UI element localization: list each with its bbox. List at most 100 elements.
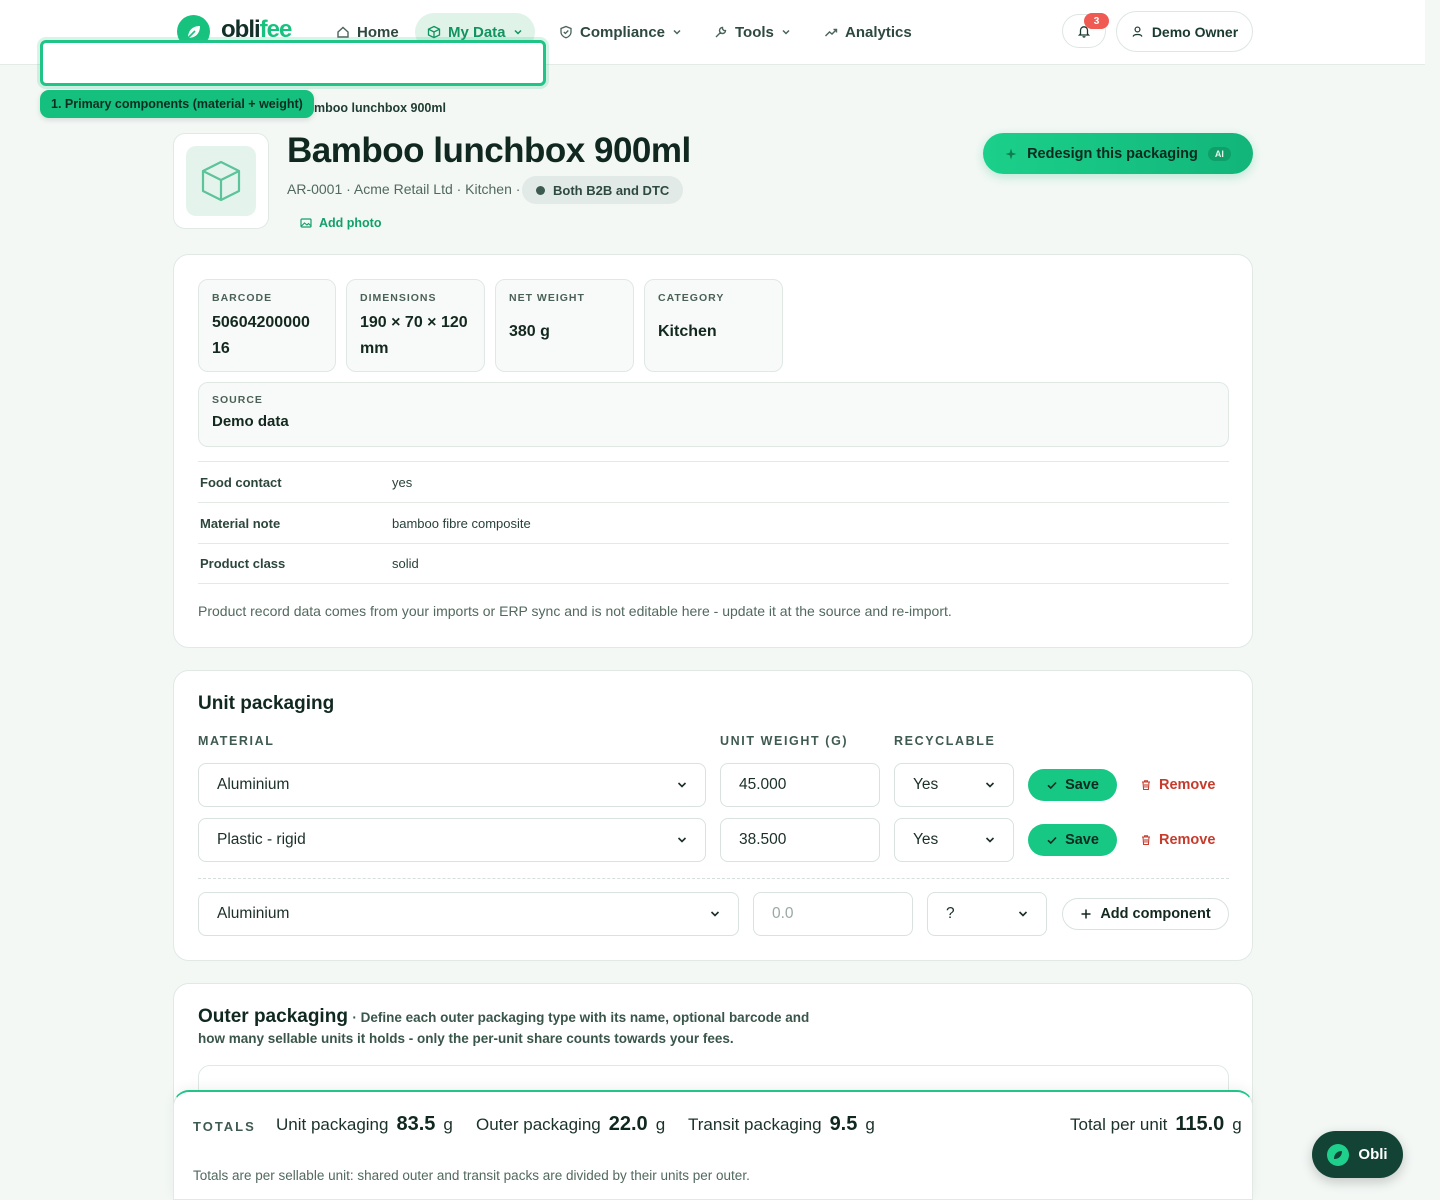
- logo-tail: fee: [259, 16, 293, 43]
- attribute-value: bamboo fibre composite: [392, 515, 531, 531]
- total-transit-packaging: Transit packaging 9.5 g: [688, 1113, 875, 1136]
- recyclable-select[interactable]: Yes: [894, 818, 1014, 862]
- total-transit-suffix: g: [865, 1115, 875, 1134]
- breadcrumb-current: mboo lunchbox 900ml: [314, 101, 446, 115]
- image-icon: [300, 218, 312, 228]
- nav-my-data-label: My Data: [448, 23, 506, 41]
- stat-value: 380 g: [509, 323, 550, 340]
- source-box: SOURCE Demo data: [198, 382, 1229, 447]
- stat-label: CATEGORY: [658, 292, 725, 304]
- new-material-select[interactable]: Aluminium: [198, 892, 739, 936]
- outer-packaging-title: Outer packaging: [198, 1006, 348, 1027]
- chevron-down-icon: [677, 837, 687, 843]
- stat-value: 50604200000 16: [212, 314, 310, 357]
- total-unit-value: 83.5: [396, 1113, 436, 1135]
- nav-tools-label: Tools: [735, 23, 774, 41]
- chevron-down-icon: [514, 29, 522, 35]
- chevron-down-icon: [673, 29, 681, 35]
- status-dot-icon: [536, 185, 545, 195]
- nav-compliance-label: Compliance: [580, 23, 666, 41]
- remove-label: Remove: [1159, 777, 1216, 793]
- box-icon: [427, 25, 441, 39]
- sparkle-icon: [1005, 148, 1017, 159]
- product-thumbnail[interactable]: [173, 133, 269, 229]
- obli-label: Obli: [1358, 1146, 1388, 1163]
- total-unit-label: Unit packaging: [276, 1115, 389, 1134]
- save-label: Save: [1065, 777, 1099, 793]
- save-button[interactable]: Save: [1028, 769, 1117, 801]
- nav-analytics[interactable]: Analytics: [812, 13, 924, 51]
- trend-icon: [825, 28, 838, 37]
- unit-packaging-card: Unit packaging MATERIAL UNIT WEIGHT (G) …: [173, 670, 1253, 961]
- attribute-key: Material note: [200, 515, 281, 531]
- user-icon: [1132, 26, 1143, 37]
- column-header-recyclable: RECYCLABLE: [894, 734, 996, 748]
- add-photo-link[interactable]: Add photo: [300, 216, 381, 230]
- leaf-icon: [1327, 1143, 1350, 1166]
- obli-assistant-button[interactable]: Obli: [1312, 1131, 1403, 1178]
- total-outer-value: 22.0: [608, 1113, 648, 1135]
- user-menu-button[interactable]: Demo Owner: [1116, 11, 1253, 52]
- table-row: Food contact yes: [198, 461, 1229, 502]
- total-outer-suffix: g: [655, 1115, 666, 1134]
- table-row: Product class solid: [198, 543, 1229, 584]
- totals-note: Totals are per sellable unit: shared out…: [193, 1168, 750, 1183]
- nav-tools[interactable]: Tools: [702, 13, 803, 51]
- material-select[interactable]: Aluminium: [198, 763, 706, 807]
- tour-tooltip[interactable]: 1. Primary components (material + weight…: [40, 90, 314, 118]
- chevron-down-icon: [985, 837, 995, 843]
- new-recyclable-select[interactable]: ?: [927, 892, 1047, 936]
- package-icon: [201, 160, 241, 202]
- page-title: Bamboo lunchbox 900ml: [287, 131, 691, 170]
- stat-label: BARCODE: [212, 292, 273, 304]
- add-photo-label: Add photo: [319, 216, 382, 230]
- redesign-label: Redesign this packaging: [1027, 145, 1198, 162]
- chevron-down-icon: [710, 911, 720, 917]
- new-weight-input[interactable]: 0.0: [753, 892, 913, 936]
- add-component-label: Add component: [1100, 906, 1211, 922]
- column-header-weight: UNIT WEIGHT (G): [720, 734, 849, 748]
- stat-category: CATEGORY Kitchen: [644, 279, 783, 372]
- stat-value: Kitchen: [658, 323, 717, 340]
- chevron-down-icon: [782, 29, 790, 35]
- stat-label: DIMENSIONS: [360, 292, 437, 304]
- shield-icon: [560, 25, 572, 39]
- total-outer-label: Outer packaging: [476, 1115, 601, 1134]
- totals-label: TOTALS: [193, 1119, 256, 1134]
- notifications-count-badge: 3: [1084, 13, 1109, 29]
- unit-weight-input[interactable]: 45.000: [720, 763, 880, 807]
- chevron-down-icon: [677, 782, 687, 788]
- total-outer-packaging: Outer packaging 22.0 g: [476, 1113, 665, 1136]
- user-name: Demo Owner: [1151, 23, 1239, 40]
- attribute-value: solid: [392, 556, 419, 571]
- channel-badge: Both B2B and DTC: [522, 176, 684, 204]
- chevron-down-icon: [1018, 911, 1028, 917]
- stat-value: 190 × 70 × 120 mm: [360, 314, 468, 357]
- save-button[interactable]: Save: [1028, 824, 1117, 856]
- add-component-button[interactable]: Add component: [1062, 898, 1229, 930]
- material-select[interactable]: Plastic - rigid: [198, 818, 706, 862]
- row-divider: [198, 878, 1229, 879]
- recyclable-select[interactable]: Yes: [894, 763, 1014, 807]
- ai-badge: AI: [1207, 146, 1231, 161]
- stat-dimensions: DIMENSIONS 190 × 70 × 120 mm: [346, 279, 485, 372]
- table-row: Material note bamboo fibre composite: [198, 502, 1229, 543]
- logo-main: obli: [221, 16, 261, 43]
- nav-home-label: Home: [357, 23, 399, 41]
- stat-barcode: BARCODE 50604200000 16: [198, 279, 336, 372]
- remove-button[interactable]: Remove: [1140, 769, 1215, 801]
- total-per-unit-label: Total per unit: [1070, 1115, 1168, 1134]
- chevron-down-icon: [985, 782, 995, 788]
- save-label: Save: [1065, 832, 1099, 848]
- redesign-packaging-button[interactable]: Redesign this packaging AI: [983, 133, 1253, 174]
- total-per-unit: Total per unit 115.0 g: [1070, 1113, 1242, 1136]
- home-icon: [337, 26, 349, 38]
- nav-compliance[interactable]: Compliance: [547, 13, 694, 51]
- total-per-unit-suffix: g: [1232, 1115, 1242, 1134]
- stat-net-weight: NET WEIGHT 380 g: [495, 279, 634, 372]
- remove-button[interactable]: Remove: [1140, 824, 1215, 856]
- stat-label: NET WEIGHT: [509, 292, 585, 304]
- check-icon: [1047, 781, 1057, 790]
- unit-weight-input[interactable]: 38.500: [720, 818, 880, 862]
- product-record-card: BARCODE 50604200000 16 DIMENSIONS 190 × …: [173, 254, 1253, 648]
